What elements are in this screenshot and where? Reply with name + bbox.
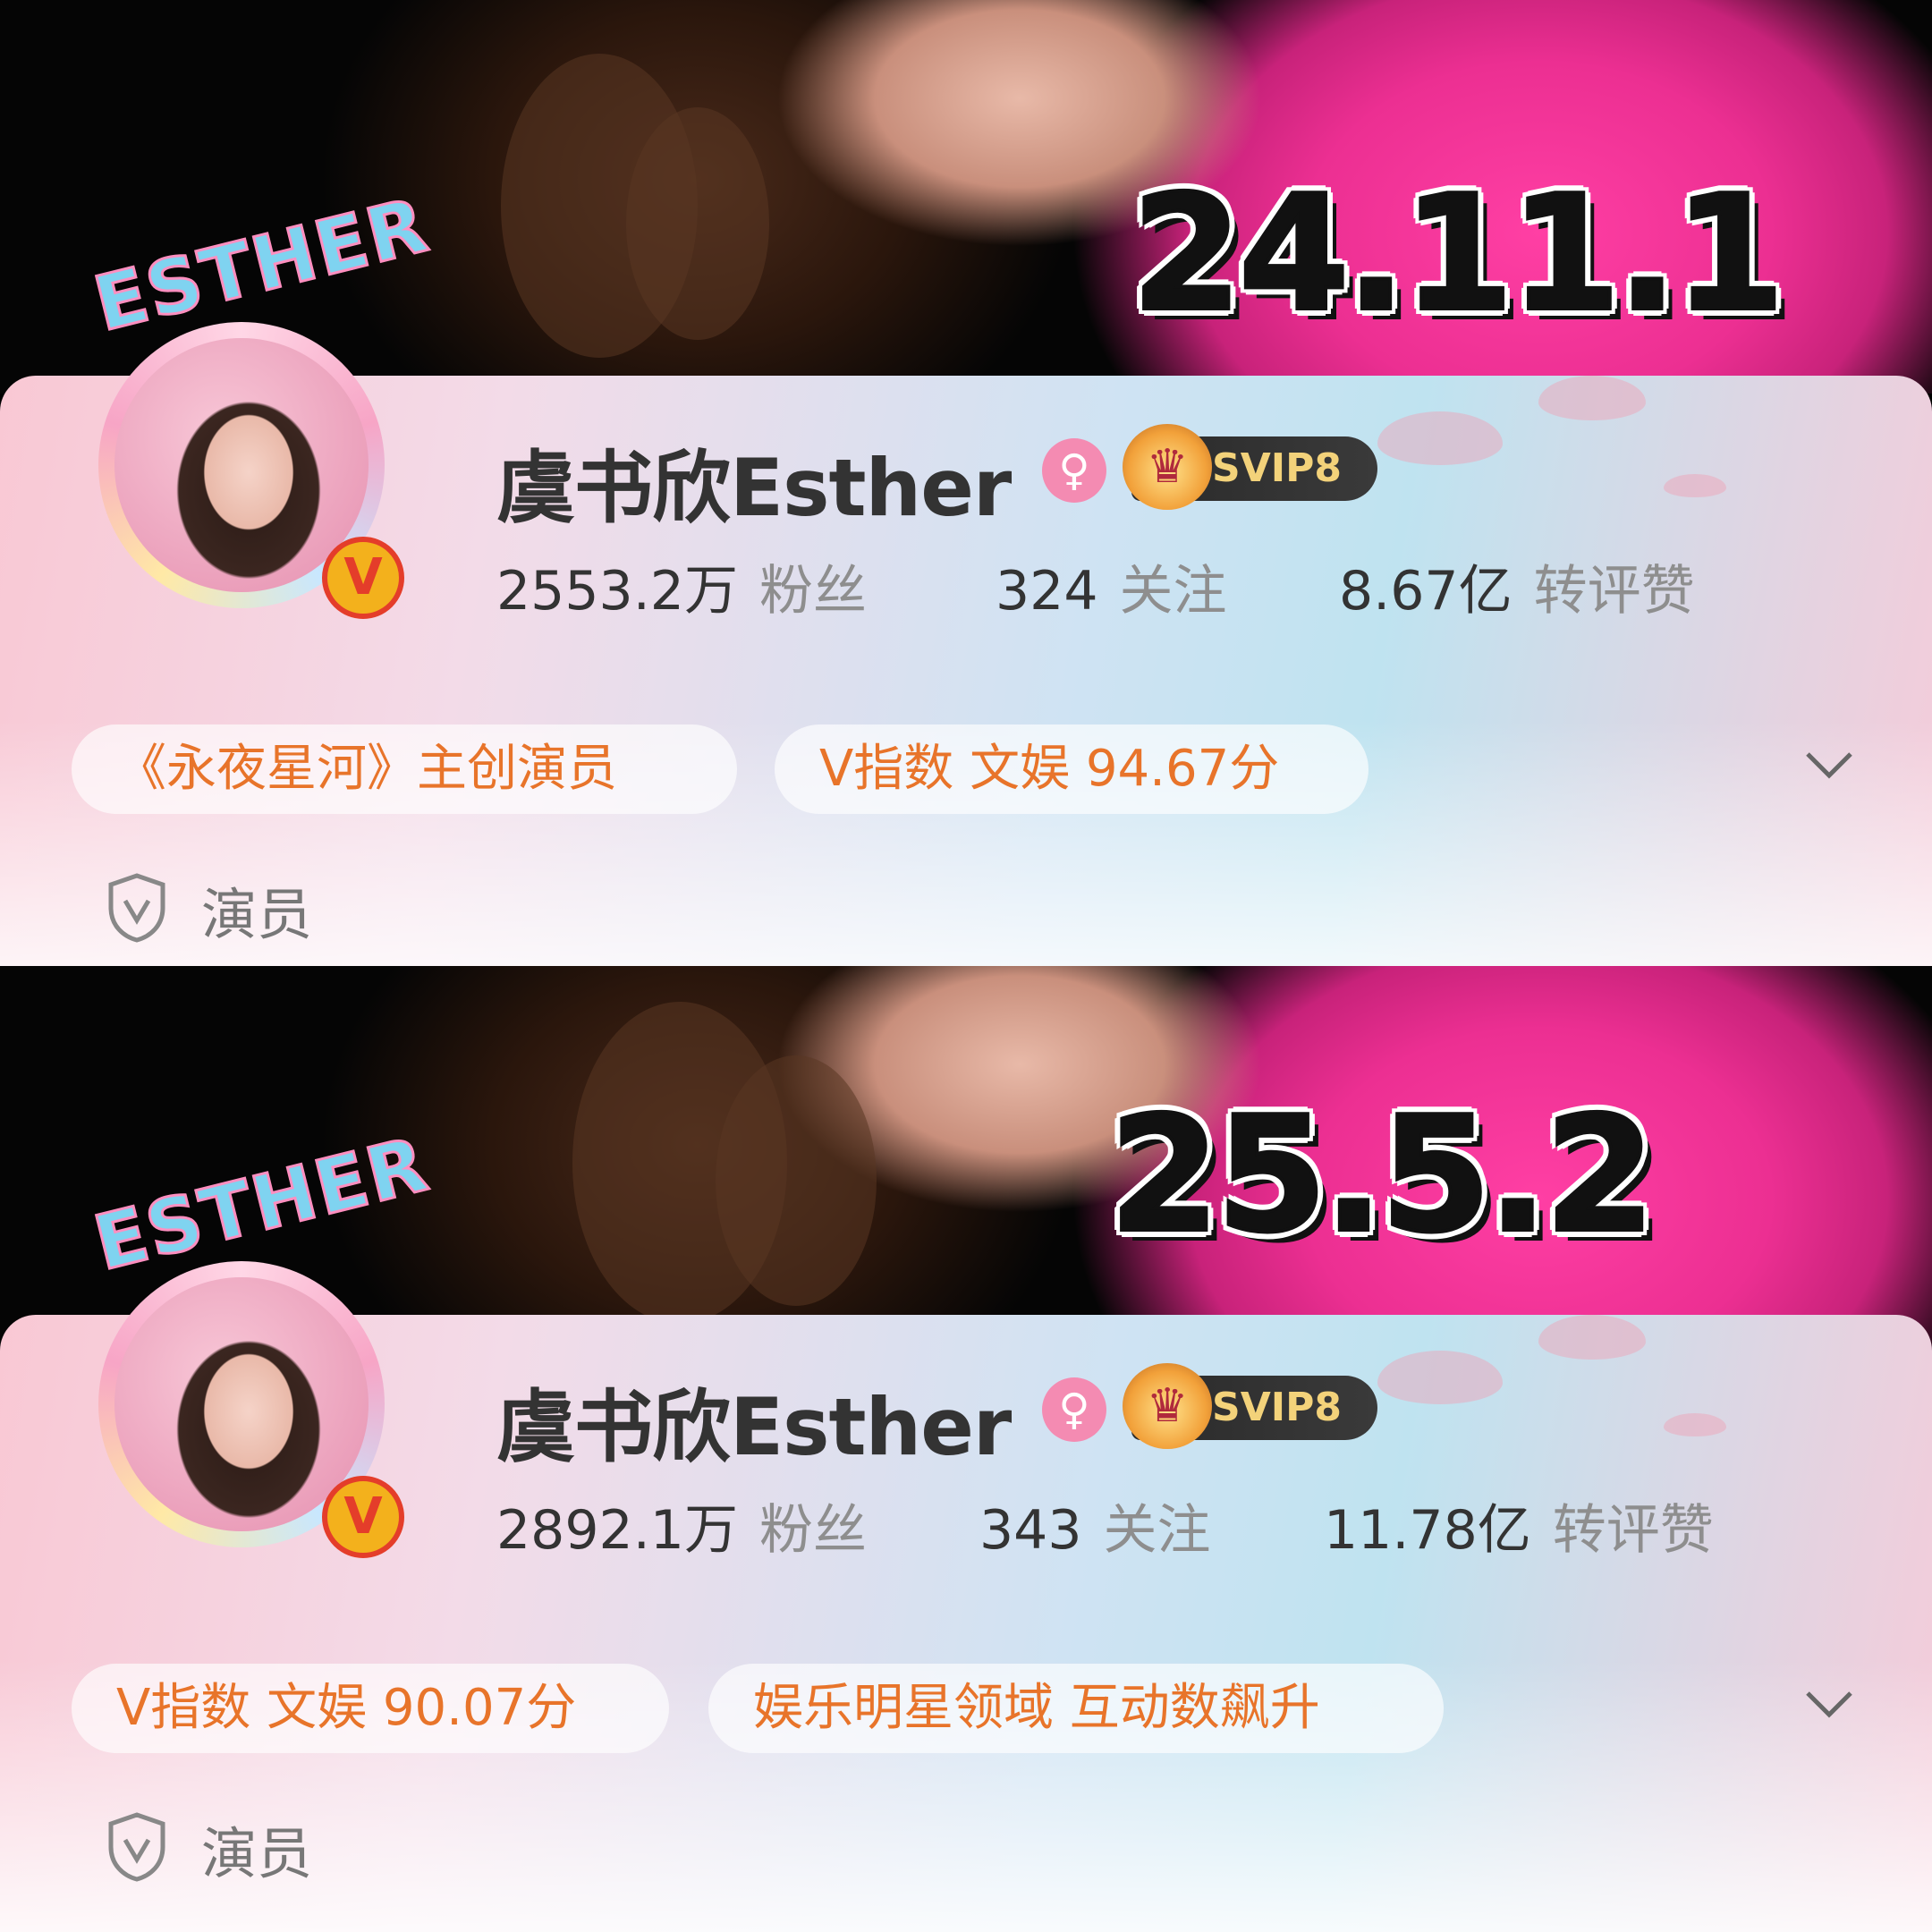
user-name: 虞书欣Esther <box>496 442 1012 534</box>
role-label: 演员 <box>201 1821 313 1886</box>
avatar-group[interactable]: ESTHER V <box>63 1119 438 1574</box>
chevron-down-icon[interactable] <box>1802 1677 1856 1731</box>
following-stat[interactable]: 343 关注 <box>979 1487 1211 1564</box>
following-label: 关注 <box>1103 1499 1211 1562</box>
role-label: 演员 <box>201 882 313 947</box>
tag-drama[interactable]: 《永夜星河》主创演员 <box>72 724 737 814</box>
v-badge-icon: V <box>322 537 404 619</box>
interactions-count: 11.78亿 <box>1324 1499 1531 1562</box>
fans-count: 2892.1万 <box>496 1499 738 1562</box>
profile-panel-2025: 25.5.2 ESTHER V 虞书欣Esther ♀ ♛ SVIP8 2892… <box>0 966 1932 1932</box>
fans-label: 粉丝 <box>758 1499 867 1562</box>
v-badge-icon: V <box>322 1476 404 1558</box>
svip-label: SVIP8 <box>1212 1385 1342 1430</box>
tag-v-index[interactable]: V指数 文娱 90.07分 <box>72 1664 669 1753</box>
chevron-down-icon[interactable] <box>1802 738 1856 792</box>
fans-count: 2553.2万 <box>496 560 738 623</box>
female-icon: ♀ <box>1042 438 1106 503</box>
fans-stat[interactable]: 2892.1万 粉丝 <box>496 1487 867 1564</box>
date-label: 25.5.2 <box>1107 1080 1657 1269</box>
following-label: 关注 <box>1119 560 1227 623</box>
crown-icon: ♛ <box>1123 1363 1212 1449</box>
tag-v-index[interactable]: V指数 文娱 94.67分 <box>775 724 1368 814</box>
svip-badge[interactable]: ♛ SVIP8 <box>1123 424 1377 510</box>
following-stat[interactable]: 324 关注 <box>996 547 1227 625</box>
interactions-label: 转评赞 <box>1552 1499 1714 1562</box>
fans-label: 粉丝 <box>758 560 867 623</box>
shield-v-icon <box>108 873 165 943</box>
date-label: 24.11.1 <box>1130 159 1787 348</box>
tag-trending[interactable]: 娱乐明星领域 互动数飙升 <box>708 1664 1444 1753</box>
avatar-group[interactable]: ESTHER V <box>63 180 438 635</box>
female-icon: ♀ <box>1042 1377 1106 1442</box>
fans-stat[interactable]: 2553.2万 粉丝 <box>496 547 867 625</box>
following-count: 324 <box>996 560 1098 623</box>
svip-label: SVIP8 <box>1212 445 1342 491</box>
interactions-stat[interactable]: 8.67亿 转评赞 <box>1339 547 1695 625</box>
interactions-label: 转评赞 <box>1533 560 1695 623</box>
user-name: 虞书欣Esther <box>496 1381 1012 1473</box>
crown-icon: ♛ <box>1123 424 1212 510</box>
interactions-count: 8.67亿 <box>1339 560 1513 623</box>
interactions-stat[interactable]: 11.78亿 转评赞 <box>1324 1487 1714 1564</box>
shield-v-icon <box>108 1812 165 1882</box>
svip-badge[interactable]: ♛ SVIP8 <box>1123 1363 1377 1449</box>
following-count: 343 <box>979 1499 1082 1562</box>
profile-panel-2024: 24.11.1 ESTHER V 虞书欣Esther ♀ ♛ SVIP8 255… <box>0 0 1932 966</box>
